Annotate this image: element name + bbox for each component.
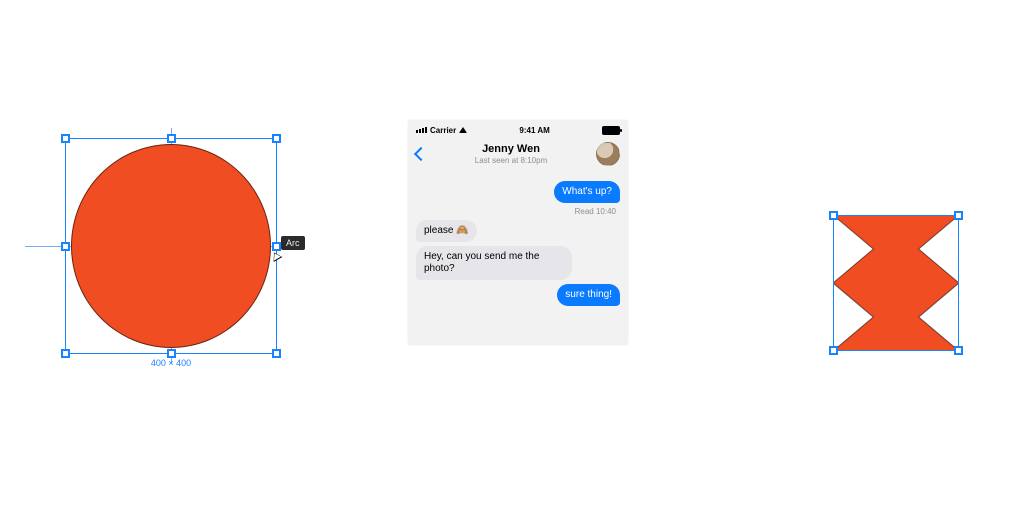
resize-handle-bottom-mid[interactable]: [167, 349, 176, 358]
resize-handle-top-left[interactable]: [61, 134, 70, 143]
message-bubble[interactable]: What's up?: [554, 181, 620, 203]
resize-handle-bottom-left[interactable]: [61, 349, 70, 358]
selection-zigzag[interactable]: [833, 215, 959, 351]
emoji-icon: 🙈: [456, 225, 468, 236]
resize-handle-bottom-left[interactable]: [829, 346, 838, 355]
message-bubble[interactable]: please 🙈: [416, 220, 477, 242]
battery-icon: [602, 126, 620, 135]
message-row-incoming: Hey, can you send me the photo?: [416, 246, 620, 280]
message-row-outgoing: sure thing!: [416, 284, 620, 306]
avatar[interactable]: [596, 142, 620, 166]
chat-contact-name: Jenny Wen: [426, 143, 596, 156]
design-canvas[interactable]: 400 × 400 Arc Carrier 9:41 AM Jenny Wen …: [0, 0, 1024, 517]
messages-frame[interactable]: Carrier 9:41 AM Jenny Wen Last seen at 8…: [408, 120, 628, 345]
carrier-label: Carrier: [430, 126, 456, 135]
bounding-box: [65, 138, 277, 354]
arc-tooltip: Arc: [281, 236, 305, 250]
message-text: please: [424, 225, 453, 236]
message-bubble[interactable]: sure thing!: [557, 284, 620, 306]
message-bubble[interactable]: Hey, can you send me the photo?: [416, 246, 572, 280]
resize-handle-top-left[interactable]: [829, 211, 838, 220]
status-time: 9:41 AM: [519, 126, 549, 135]
read-receipt: Read 10:40: [416, 207, 616, 216]
wifi-icon: [459, 127, 467, 133]
signal-bars-icon: [416, 127, 427, 133]
selection-circle[interactable]: 400 × 400 Arc: [65, 138, 277, 354]
message-thread[interactable]: What's up? Read 10:40 please 🙈 Hey, can …: [408, 175, 628, 316]
resize-handle-bottom-right[interactable]: [272, 349, 281, 358]
resize-handle-top-right[interactable]: [954, 211, 963, 220]
resize-handle-mid-left[interactable]: [61, 242, 70, 251]
dimension-label: 400 × 400: [151, 358, 191, 368]
status-bar: Carrier 9:41 AM: [408, 120, 628, 137]
chat-last-seen: Last seen at 8:10pm: [426, 156, 596, 165]
resize-handle-bottom-right[interactable]: [954, 346, 963, 355]
bounding-box: [833, 215, 959, 351]
resize-handle-top-mid[interactable]: [167, 134, 176, 143]
message-row-incoming: please 🙈: [416, 220, 620, 242]
message-row-outgoing: What's up?: [416, 181, 620, 203]
chat-header: Jenny Wen Last seen at 8:10pm: [408, 137, 628, 175]
resize-handle-top-right[interactable]: [272, 134, 281, 143]
